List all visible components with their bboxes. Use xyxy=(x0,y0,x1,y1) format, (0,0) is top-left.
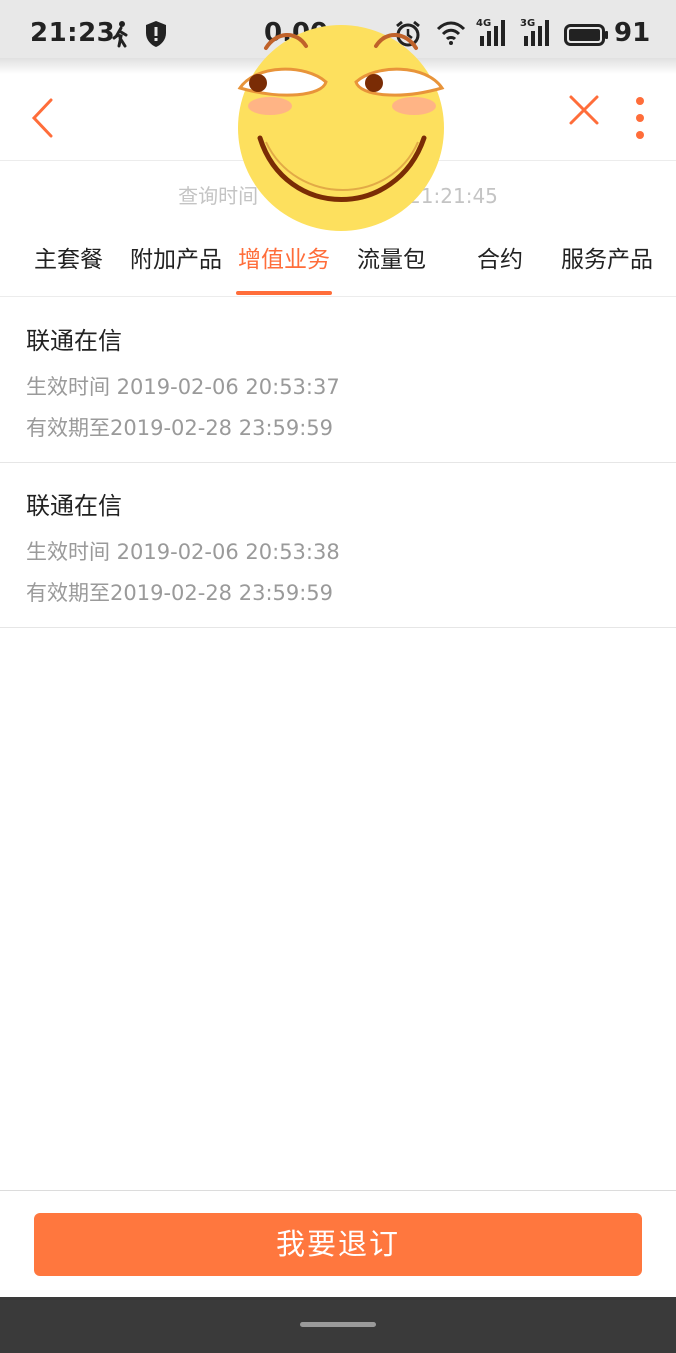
item-expiry-time: 有效期至2019-02-28 23:59:59 xyxy=(26,416,334,440)
item-effective-time: 生效时间 2019-02-06 20:53:37 xyxy=(26,375,340,399)
battery-icon xyxy=(564,24,610,50)
tab-add-on-products[interactable]: 附加产品 xyxy=(130,240,222,274)
back-button[interactable] xyxy=(22,84,66,150)
item-expiry-time: 有效期至2019-02-28 23:59:59 xyxy=(26,581,334,605)
signal-4g-icon: 4G xyxy=(476,16,510,52)
active-tab-indicator xyxy=(236,291,332,295)
tab-contract[interactable]: 合约 xyxy=(477,240,523,274)
system-navigation-bar xyxy=(0,1297,676,1353)
close-button[interactable] xyxy=(562,88,606,132)
signal-3g-icon: 3G xyxy=(520,16,554,52)
page: 21:23 0.00 4G 3G 91 查询时间 21:21:45 主套餐 附加… xyxy=(0,0,676,1353)
tab-main-plan[interactable]: 主套餐 xyxy=(34,240,103,274)
network-4g-label: 4G xyxy=(476,18,491,29)
status-time: 21:23 xyxy=(30,18,116,48)
tab-service-products[interactable]: 服务产品 xyxy=(561,240,653,274)
shield-icon xyxy=(144,20,168,52)
home-gesture-handle[interactable] xyxy=(300,1322,376,1327)
list-item[interactable]: 联通在信 生效时间 2019-02-06 20:53:38 有效期至2019-0… xyxy=(0,462,676,628)
close-icon xyxy=(569,95,599,125)
battery-level: 91 xyxy=(614,18,651,48)
item-title: 联通在信 xyxy=(26,492,122,520)
list-item[interactable]: 联通在信 生效时间 2019-02-06 20:53:37 有效期至2019-0… xyxy=(0,297,676,463)
network-3g-label: 3G xyxy=(520,18,535,29)
smirk-emoji-sticker xyxy=(226,20,456,235)
unsubscribe-button[interactable]: 我要退订 xyxy=(34,1213,642,1276)
walk-icon xyxy=(108,20,134,52)
footer-divider xyxy=(0,1190,676,1191)
more-vertical-icon xyxy=(636,97,644,139)
item-effective-time: 生效时间 2019-02-06 20:53:38 xyxy=(26,540,340,564)
more-menu-button[interactable] xyxy=(624,84,656,144)
tab-value-added-services[interactable]: 增值业务 xyxy=(238,240,330,274)
item-title: 联通在信 xyxy=(26,327,122,355)
tab-data-packs[interactable]: 流量包 xyxy=(357,240,426,274)
chevron-left-icon xyxy=(31,98,53,138)
